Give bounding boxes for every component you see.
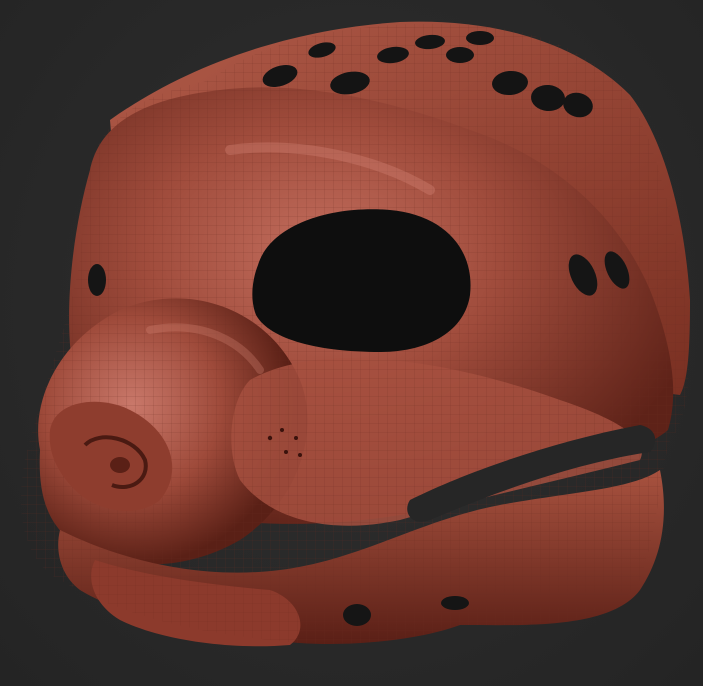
jaw-vent-hole [441, 596, 469, 610]
jaw-vent-hole [343, 604, 371, 626]
side-vent-hole [88, 264, 106, 296]
sculpt-viewport[interactable] [0, 0, 703, 686]
mask-model [20, 21, 690, 647]
